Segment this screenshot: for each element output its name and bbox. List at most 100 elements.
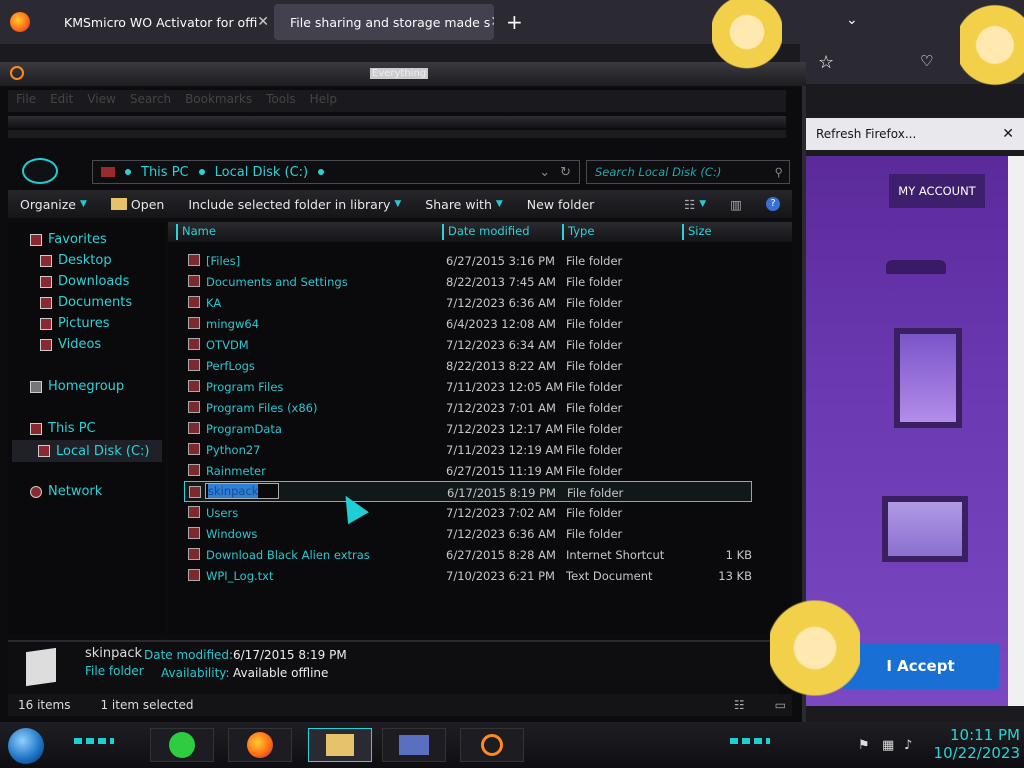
share-with-button[interactable]: Share with ▼ xyxy=(413,197,515,212)
menu-bookmarks[interactable]: Bookmarks xyxy=(185,92,252,110)
nav-documents[interactable]: Documents xyxy=(40,295,132,310)
file-row[interactable]: KA 7/12/2023 6:36 AM File folder xyxy=(184,292,752,313)
tray-flag-icon[interactable]: ⚑ xyxy=(858,738,870,753)
taskbar-notes-app-icon[interactable] xyxy=(150,728,214,762)
picture-frame-night xyxy=(894,328,962,428)
start-button-icon[interactable] xyxy=(8,728,44,764)
status-bar: 16 items 1 item selected ☷ ▭ xyxy=(8,694,792,716)
close-notification-icon[interactable]: ✕ xyxy=(1002,126,1014,142)
file-row[interactable]: [Files] 6/27/2015 3:16 PM File folder xyxy=(184,250,752,271)
organize-button[interactable]: Organize ▼ xyxy=(8,197,99,212)
new-tab-button[interactable]: + xyxy=(506,10,523,34)
file-row[interactable]: ProgramData 7/12/2023 12:17 AM File folder xyxy=(184,418,752,439)
open-button[interactable]: Open xyxy=(99,197,176,212)
accept-button[interactable]: I Accept xyxy=(842,643,999,689)
column-type[interactable]: Type xyxy=(562,224,666,240)
taskbar-clock[interactable]: 10:11 PM 10/22/2023 xyxy=(920,726,1020,762)
menu-help[interactable]: Help xyxy=(310,92,337,110)
nav-this-pc[interactable]: This PC xyxy=(30,421,96,436)
details-date-label: Date modified: xyxy=(144,648,234,662)
file-row[interactable]: Download Black Alien extras 6/27/2015 8:2… xyxy=(184,544,752,565)
new-folder-button[interactable]: New folder xyxy=(515,197,607,212)
homegroup-icon xyxy=(30,380,42,393)
refresh-icon[interactable]: ↻ xyxy=(560,165,571,180)
tab-file-sharing[interactable]: File sharing and storage made s ✕ xyxy=(274,4,494,40)
file-date: 8/22/2013 8:22 AM xyxy=(446,359,556,373)
webpage-scrollbar[interactable] xyxy=(1008,156,1024,706)
file-row[interactable]: Windows 7/12/2023 6:36 AM File folder xyxy=(184,523,752,544)
taskbar-explorer-icon[interactable] xyxy=(308,728,372,762)
file-row[interactable]: PerfLogs 8/22/2013 8:22 AM File folder xyxy=(184,355,752,376)
search-input[interactable]: Search Local Disk (C:) ⚲ xyxy=(586,160,790,184)
text-file-icon xyxy=(188,569,200,581)
file-row[interactable]: skinpack 6/17/2015 8:19 PM File folder xyxy=(184,481,752,502)
folder-icon xyxy=(188,422,200,434)
file-row[interactable]: mingw64 6/4/2023 12:08 AM File folder xyxy=(184,313,752,334)
back-forward-orb-icon[interactable] xyxy=(22,158,58,184)
nav-homegroup[interactable]: Homegroup xyxy=(30,379,124,394)
file-row[interactable]: WPI_Log.txt 7/10/2023 6:21 PM Text Documen… xyxy=(184,565,752,586)
refresh-firefox-button[interactable]: Refresh Firefox... xyxy=(816,127,916,141)
include-in-library-button[interactable]: Include selected folder in library ▼ xyxy=(176,197,413,212)
file-row[interactable]: OTVDM 7/12/2023 6:34 AM File folder xyxy=(184,334,752,355)
nav-favorites[interactable]: Favorites xyxy=(30,232,107,247)
column-name[interactable]: Name xyxy=(176,224,424,240)
preview-pane-icon[interactable]: ▥ xyxy=(718,197,754,212)
taskbar-everything-search-icon[interactable] xyxy=(460,728,524,762)
network-icon xyxy=(30,485,42,498)
tab-list-chevron-icon[interactable]: ⌄ xyxy=(846,12,858,28)
nav-downloads[interactable]: Downloads xyxy=(40,274,129,289)
taskbar-firefox-icon[interactable] xyxy=(228,728,292,762)
file-name: Program Files (x86) xyxy=(206,401,318,415)
rename-input[interactable]: skinpack xyxy=(205,483,279,499)
bookmark-star-icon[interactable]: ☆ xyxy=(818,52,834,73)
nav-pictures[interactable]: Pictures xyxy=(40,316,109,331)
column-date-modified[interactable]: Date modified xyxy=(442,224,546,240)
folder-icon xyxy=(188,380,200,392)
my-account-button[interactable]: MY ACCOUNT xyxy=(889,174,985,208)
nav-desktop[interactable]: Desktop xyxy=(40,253,112,268)
details-availability-label: Availability: xyxy=(161,666,230,680)
menu-file[interactable]: File xyxy=(16,92,36,110)
help-icon[interactable]: ? xyxy=(754,197,792,211)
breadcrumb-local-disk[interactable]: Local Disk (C:) xyxy=(215,165,308,180)
file-date: 7/12/2023 6:34 AM xyxy=(446,338,556,352)
tray-network-icon[interactable]: ▦ xyxy=(882,738,894,753)
file-row[interactable]: Users 7/12/2023 7:02 AM File folder xyxy=(184,502,752,523)
close-tab-icon[interactable]: ✕ xyxy=(257,14,269,30)
file-row[interactable]: Program Files 7/11/2023 12:05 AM File fold… xyxy=(184,376,752,397)
refresh-firefox-notification: Refresh Firefox... ✕ xyxy=(806,118,1024,150)
nav-local-disk[interactable]: Local Disk (C:) xyxy=(12,440,162,462)
everything-search-icon[interactable] xyxy=(10,66,24,80)
taskbar-control-panel-icon[interactable] xyxy=(382,728,446,762)
menu-search[interactable]: Search xyxy=(130,92,171,110)
column-size[interactable]: Size xyxy=(682,224,744,240)
address-dropdown-icon[interactable]: ⌄ xyxy=(539,165,550,180)
explorer-title-strip[interactable]: Everything xyxy=(0,62,806,86)
folder-icon xyxy=(188,443,200,455)
folder-icon xyxy=(188,359,200,371)
folder-icon xyxy=(188,401,200,413)
star-icon xyxy=(30,233,42,246)
file-row[interactable]: Python27 7/11/2023 12:19 AM File folder xyxy=(184,439,752,460)
menu-tools[interactable]: Tools xyxy=(266,92,296,110)
menu-view[interactable]: View xyxy=(87,92,115,110)
view-options-icon[interactable]: ☷ ▼ xyxy=(672,197,718,212)
file-list-pane: Name Date modified Type Size [Files] 6/27… xyxy=(168,222,792,634)
pictures-icon xyxy=(40,317,52,330)
file-row[interactable]: Program Files (x86) 7/12/2023 7:01 AM File… xyxy=(184,397,752,418)
pocket-icon[interactable]: ♡ xyxy=(920,52,933,70)
file-row[interactable]: Rainmeter 6/27/2015 11:19 AM File folder xyxy=(184,460,752,481)
firefox-icon[interactable] xyxy=(10,12,30,32)
close-tab-icon[interactable]: ✕ xyxy=(490,14,494,30)
details-view-icon[interactable]: ☷ xyxy=(734,698,745,712)
tab-kmsmicro[interactable]: KMSmicro WO Activator for offi ✕ xyxy=(48,4,270,40)
breadcrumb-this-pc[interactable]: This PC xyxy=(141,165,189,180)
tray-volume-icon[interactable]: ♪ xyxy=(904,738,912,753)
nav-videos[interactable]: Videos xyxy=(40,337,101,352)
folder-icon xyxy=(110,198,127,210)
nav-network[interactable]: Network xyxy=(30,484,102,499)
address-bar[interactable]: This PC Local Disk (C:) ⌄ ↻ xyxy=(92,160,580,184)
menu-edit[interactable]: Edit xyxy=(50,92,73,110)
file-row[interactable]: Documents and Settings 8/22/2013 7:45 AM F… xyxy=(184,271,752,292)
